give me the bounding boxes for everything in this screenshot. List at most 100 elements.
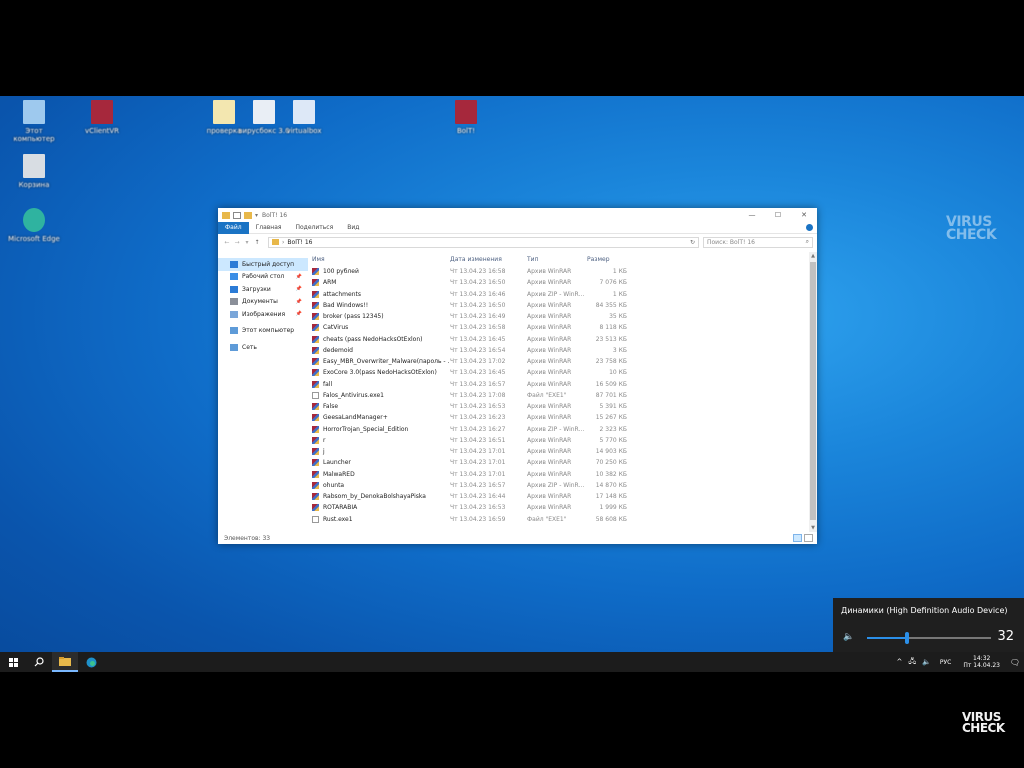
file-row[interactable]: j Чт 13.04.23 17:01 Архив WinRAR 14 903 КБ <box>310 446 809 457</box>
file-row[interactable]: Bad Windows!! Чт 13.04.23 16:50 Архив WinR… <box>310 300 809 311</box>
taskbar-edge-button[interactable] <box>78 652 104 672</box>
network-icon <box>230 343 238 351</box>
file-row[interactable]: dedemoid Чт 13.04.23 16:54 Архив WinRAR 3 К… <box>310 345 809 356</box>
close-button[interactable]: ✕ <box>791 211 817 219</box>
desktop-icon-bolt[interactable]: BolT! <box>438 100 494 135</box>
tab-file[interactable]: Файл <box>218 221 249 234</box>
nav-item[interactable]: Рабочий стол 📌 <box>218 271 308 284</box>
nav-item[interactable]: Этот компьютер <box>218 325 308 338</box>
network-icon[interactable]: 🖧 <box>908 657 916 668</box>
file-name-cell: GeesaLandManager+ <box>310 414 450 422</box>
file-name-cell: ROTARABIA <box>310 504 450 512</box>
tab-view[interactable]: Вид <box>340 222 366 234</box>
minimize-button[interactable]: — <box>739 211 765 219</box>
winrar-archive-icon <box>312 324 319 332</box>
language-indicator[interactable]: РУС <box>940 659 951 666</box>
forward-arrow-icon[interactable]: → <box>232 239 242 246</box>
large-icons-view-icon[interactable] <box>804 534 813 542</box>
nav-item[interactable]: Быстрый доступ <box>218 258 308 271</box>
file-name: MalwaRED <box>323 470 355 478</box>
search-button[interactable] <box>26 652 52 672</box>
search-input[interactable]: Поиск: BolT! 16 ⌕ <box>703 236 813 248</box>
up-arrow-icon[interactable]: ↑ <box>252 239 262 246</box>
title-bar[interactable]: ▾ BolT! 16 — ☐ ✕ <box>218 208 817 222</box>
file-row[interactable]: fall Чт 13.04.23 16:57 Архив WinRAR 16 509 … <box>310 379 809 390</box>
file-row[interactable]: cheats (pass NedoHacksOtExlon) Чт 13.04.2… <box>310 334 809 345</box>
file-row[interactable]: HorrorTrojan_Special_Edition Чт 13.04.23 … <box>310 424 809 435</box>
clock[interactable]: 14:32 Пт 14.04.23 <box>963 655 1000 669</box>
file-type: Архив WinRAR <box>527 470 572 478</box>
file-row[interactable]: 100 рублей Чт 13.04.23 16:58 Архив WinRAR 1… <box>310 266 809 277</box>
file-name-cell: cheats (pass NedoHacksOtExlon) <box>310 335 450 343</box>
scroll-up-icon[interactable]: ▲ <box>809 253 817 259</box>
file-row[interactable]: CatVirus Чт 13.04.23 16:58 Архив WinRAR 8 1… <box>310 322 809 333</box>
file-row[interactable]: Falos_Antivirus.exe1 Чт 13.04.23 17:08 Фай… <box>310 390 809 401</box>
desktop-icon-recycle-bin[interactable]: Корзина <box>6 154 62 189</box>
nav-item[interactable]: Сеть <box>218 341 308 354</box>
file-name: Easy_MBR_Overwriter_Malware(пароль - ... <box>323 358 450 366</box>
speaker-icon[interactable]: 🔈 <box>843 632 854 642</box>
edge-icon <box>23 208 45 232</box>
new-folder-icon[interactable] <box>244 211 252 219</box>
file-row[interactable]: broker (pass 12345) Чт 13.04.23 16:49 Архи… <box>310 311 809 322</box>
nav-item[interactable]: Изображения 📌 <box>218 308 308 321</box>
desktop-icon-archive[interactable]: vClientVR <box>74 100 130 135</box>
audio-device-name[interactable]: Динамики (High Definition Audio Device) <box>841 606 1007 615</box>
document-icon <box>293 100 315 124</box>
refresh-icon[interactable]: ↻ <box>690 239 695 246</box>
notifications-icon[interactable]: 🗨 <box>1006 658 1024 667</box>
taskbar-explorer-button[interactable] <box>52 652 78 672</box>
details-view-icon[interactable] <box>793 534 802 542</box>
show-hidden-icons-chevron-icon[interactable]: ^ <box>896 658 902 666</box>
file-row[interactable]: ohunta Чт 13.04.23 16:57 Архив ZIP - WinR.… <box>310 480 809 491</box>
volume-slider-thumb[interactable] <box>904 632 909 644</box>
column-date[interactable]: Дата изменения <box>450 256 527 263</box>
file-row[interactable]: ARM Чт 13.04.23 16:50 Архив WinRAR 7 076 КБ <box>310 277 809 288</box>
tab-share[interactable]: Поделиться <box>289 222 341 234</box>
watermark-bottom: VIRUS CHECK <box>962 711 1005 734</box>
file-row[interactable]: r Чт 13.04.23 16:51 Архив WinRAR 5 770 КБ <box>310 435 809 446</box>
file-explorer-window[interactable]: ▾ BolT! 16 — ☐ ✕ Файл Главная Поделиться… <box>218 208 817 544</box>
address-path[interactable]: BolT! 16 <box>287 239 312 246</box>
volume-slider-fill <box>867 637 907 639</box>
file-row[interactable]: GeesaLandManager+ Чт 13.04.23 16:23 Архив … <box>310 412 809 423</box>
desktop-icon-edge[interactable]: Microsoft Edge <box>6 208 62 243</box>
nav-item[interactable]: Документы 📌 <box>218 296 308 309</box>
file-row[interactable]: attachments Чт 13.04.23 16:46 Архив ZIP - … <box>310 289 809 300</box>
column-type[interactable]: Тип <box>527 256 587 263</box>
quick-access-dropdown-icon[interactable]: ▾ <box>255 212 258 219</box>
back-arrow-icon[interactable]: ← <box>222 239 232 246</box>
start-button[interactable] <box>0 652 26 672</box>
maximize-button[interactable]: ☐ <box>765 211 791 219</box>
recent-dropdown-icon[interactable]: ▾ <box>242 239 252 246</box>
scrollbar-thumb[interactable] <box>810 262 816 520</box>
file-row[interactable]: ExoCore 3.0(pass NedoHacksOtExlon) Чт 13.… <box>310 367 809 378</box>
file-date: Чт 13.04.23 16:44 <box>450 493 506 501</box>
file-date: Чт 13.04.23 16:50 <box>450 301 506 309</box>
column-size[interactable]: Размер <box>587 256 627 263</box>
desktop-icon-doc[interactable]: virtualbox <box>276 100 332 135</box>
volume-tray-icon[interactable]: 🔈 <box>922 658 931 666</box>
nav-item[interactable]: Загрузки 📌 <box>218 283 308 296</box>
volume-slider[interactable] <box>867 632 991 644</box>
file-row[interactable]: Rabsom_by_DenokaBolshayaPiska Чт 13.04.23… <box>310 491 809 502</box>
properties-icon[interactable] <box>233 211 241 219</box>
winrar-archive-icon <box>312 369 319 377</box>
file-row[interactable]: False Чт 13.04.23 16:53 Архив WinRAR 5 391 … <box>310 401 809 412</box>
file-row[interactable]: Launcher Чт 13.04.23 17:01 Архив WinRAR 70 … <box>310 457 809 468</box>
column-name[interactable]: Имя <box>310 256 450 263</box>
scroll-down-icon[interactable]: ▼ <box>809 525 817 531</box>
address-bar[interactable]: › BolT! 16 ↻ <box>268 236 699 248</box>
vertical-scrollbar[interactable]: ▲ ▼ <box>809 252 817 532</box>
file-row[interactable]: Easy_MBR_Overwriter_Malware(пароль - ...… <box>310 356 809 367</box>
file-row[interactable]: ROTARABIA Чт 13.04.23 16:53 Архив WinRAR 1 … <box>310 502 809 513</box>
file-explorer-icon <box>59 656 71 666</box>
desktop-icon-this-pc[interactable]: Этот компьютер <box>6 100 62 143</box>
file-type: Архив WinRAR <box>527 380 572 388</box>
file-name-cell: broker (pass 12345) <box>310 313 450 321</box>
help-icon[interactable] <box>806 224 813 231</box>
file-row[interactable]: MalwaRED Чт 13.04.23 17:01 Архив WinRAR 10 … <box>310 469 809 480</box>
file-row[interactable]: Rust.exe1 Чт 13.04.23 16:59 Файл "EXE1" 58 … <box>310 514 809 525</box>
breadcrumb-chevron-icon[interactable]: › <box>282 239 284 246</box>
tab-home[interactable]: Главная <box>249 222 289 234</box>
